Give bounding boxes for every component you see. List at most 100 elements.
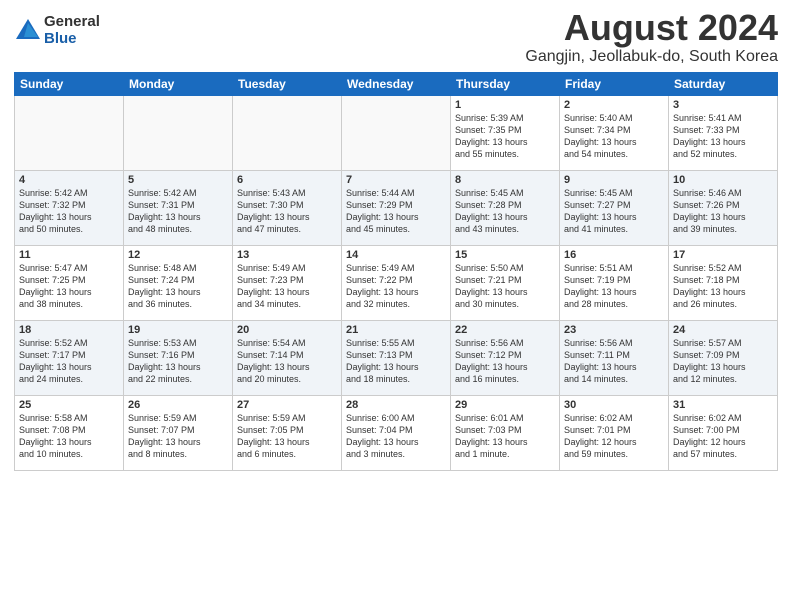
day-info: Sunrise: 5:50 AMSunset: 7:21 PMDaylight:… (455, 262, 555, 311)
day-info: Sunrise: 5:46 AMSunset: 7:26 PMDaylight:… (673, 187, 773, 236)
table-cell: 4Sunrise: 5:42 AMSunset: 7:32 PMDaylight… (15, 171, 124, 246)
table-cell: 18Sunrise: 5:52 AMSunset: 7:17 PMDayligh… (15, 321, 124, 396)
header-row: Sunday Monday Tuesday Wednesday Thursday… (15, 73, 778, 96)
day-number: 4 (19, 174, 119, 186)
table-cell: 30Sunrise: 6:02 AMSunset: 7:01 PMDayligh… (560, 396, 669, 471)
day-info: Sunrise: 5:41 AMSunset: 7:33 PMDaylight:… (673, 112, 773, 161)
col-sunday: Sunday (15, 73, 124, 96)
calendar-title: August 2024 (525, 10, 778, 46)
table-cell: 24Sunrise: 5:57 AMSunset: 7:09 PMDayligh… (669, 321, 778, 396)
day-number: 23 (564, 324, 664, 336)
table-cell: 11Sunrise: 5:47 AMSunset: 7:25 PMDayligh… (15, 246, 124, 321)
table-cell: 6Sunrise: 5:43 AMSunset: 7:30 PMDaylight… (233, 171, 342, 246)
table-cell: 10Sunrise: 5:46 AMSunset: 7:26 PMDayligh… (669, 171, 778, 246)
day-number: 15 (455, 249, 555, 261)
day-info: Sunrise: 5:48 AMSunset: 7:24 PMDaylight:… (128, 262, 228, 311)
table-cell: 25Sunrise: 5:58 AMSunset: 7:08 PMDayligh… (15, 396, 124, 471)
day-info: Sunrise: 5:58 AMSunset: 7:08 PMDaylight:… (19, 412, 119, 461)
day-info: Sunrise: 5:49 AMSunset: 7:22 PMDaylight:… (346, 262, 446, 311)
day-info: Sunrise: 6:01 AMSunset: 7:03 PMDaylight:… (455, 412, 555, 461)
table-cell: 16Sunrise: 5:51 AMSunset: 7:19 PMDayligh… (560, 246, 669, 321)
table-cell (15, 96, 124, 171)
logo-text: General Blue (44, 14, 100, 47)
day-info: Sunrise: 5:55 AMSunset: 7:13 PMDaylight:… (346, 337, 446, 386)
col-tuesday: Tuesday (233, 73, 342, 96)
table-cell: 15Sunrise: 5:50 AMSunset: 7:21 PMDayligh… (451, 246, 560, 321)
table-cell: 9Sunrise: 5:45 AMSunset: 7:27 PMDaylight… (560, 171, 669, 246)
day-info: Sunrise: 5:52 AMSunset: 7:18 PMDaylight:… (673, 262, 773, 311)
table-cell: 2Sunrise: 5:40 AMSunset: 7:34 PMDaylight… (560, 96, 669, 171)
day-number: 10 (673, 174, 773, 186)
table-cell: 27Sunrise: 5:59 AMSunset: 7:05 PMDayligh… (233, 396, 342, 471)
week-row-4: 18Sunrise: 5:52 AMSunset: 7:17 PMDayligh… (15, 321, 778, 396)
day-number: 14 (346, 249, 446, 261)
day-number: 7 (346, 174, 446, 186)
day-number: 1 (455, 99, 555, 111)
day-info: Sunrise: 5:59 AMSunset: 7:07 PMDaylight:… (128, 412, 228, 461)
week-row-5: 25Sunrise: 5:58 AMSunset: 7:08 PMDayligh… (15, 396, 778, 471)
table-cell: 21Sunrise: 5:55 AMSunset: 7:13 PMDayligh… (342, 321, 451, 396)
table-cell: 1Sunrise: 5:39 AMSunset: 7:35 PMDaylight… (451, 96, 560, 171)
table-cell: 13Sunrise: 5:49 AMSunset: 7:23 PMDayligh… (233, 246, 342, 321)
day-info: Sunrise: 5:57 AMSunset: 7:09 PMDaylight:… (673, 337, 773, 386)
table-cell: 17Sunrise: 5:52 AMSunset: 7:18 PMDayligh… (669, 246, 778, 321)
day-number: 20 (237, 324, 337, 336)
day-number: 18 (19, 324, 119, 336)
day-info: Sunrise: 5:56 AMSunset: 7:11 PMDaylight:… (564, 337, 664, 386)
table-cell: 26Sunrise: 5:59 AMSunset: 7:07 PMDayligh… (124, 396, 233, 471)
page: General Blue August 2024 Gangjin, Jeolla… (0, 0, 792, 612)
table-cell: 22Sunrise: 5:56 AMSunset: 7:12 PMDayligh… (451, 321, 560, 396)
day-info: Sunrise: 6:02 AMSunset: 7:01 PMDaylight:… (564, 412, 664, 461)
day-number: 2 (564, 99, 664, 111)
logo-blue: Blue (44, 31, 100, 48)
day-info: Sunrise: 5:45 AMSunset: 7:28 PMDaylight:… (455, 187, 555, 236)
day-number: 9 (564, 174, 664, 186)
table-cell: 12Sunrise: 5:48 AMSunset: 7:24 PMDayligh… (124, 246, 233, 321)
day-number: 8 (455, 174, 555, 186)
col-saturday: Saturday (669, 73, 778, 96)
week-row-3: 11Sunrise: 5:47 AMSunset: 7:25 PMDayligh… (15, 246, 778, 321)
day-number: 13 (237, 249, 337, 261)
day-info: Sunrise: 5:47 AMSunset: 7:25 PMDaylight:… (19, 262, 119, 311)
day-info: Sunrise: 5:42 AMSunset: 7:31 PMDaylight:… (128, 187, 228, 236)
day-number: 31 (673, 399, 773, 411)
table-cell: 23Sunrise: 5:56 AMSunset: 7:11 PMDayligh… (560, 321, 669, 396)
day-number: 16 (564, 249, 664, 261)
table-cell: 3Sunrise: 5:41 AMSunset: 7:33 PMDaylight… (669, 96, 778, 171)
day-number: 27 (237, 399, 337, 411)
calendar-table: Sunday Monday Tuesday Wednesday Thursday… (14, 72, 778, 471)
header: General Blue August 2024 Gangjin, Jeolla… (14, 10, 778, 66)
day-info: Sunrise: 5:42 AMSunset: 7:32 PMDaylight:… (19, 187, 119, 236)
table-cell: 5Sunrise: 5:42 AMSunset: 7:31 PMDaylight… (124, 171, 233, 246)
table-cell: 31Sunrise: 6:02 AMSunset: 7:00 PMDayligh… (669, 396, 778, 471)
day-number: 6 (237, 174, 337, 186)
table-cell: 8Sunrise: 5:45 AMSunset: 7:28 PMDaylight… (451, 171, 560, 246)
day-number: 25 (19, 399, 119, 411)
day-number: 29 (455, 399, 555, 411)
day-number: 24 (673, 324, 773, 336)
day-info: Sunrise: 5:59 AMSunset: 7:05 PMDaylight:… (237, 412, 337, 461)
day-info: Sunrise: 5:39 AMSunset: 7:35 PMDaylight:… (455, 112, 555, 161)
table-cell (124, 96, 233, 171)
day-number: 19 (128, 324, 228, 336)
logo-icon (14, 17, 42, 45)
day-number: 22 (455, 324, 555, 336)
col-monday: Monday (124, 73, 233, 96)
day-info: Sunrise: 5:43 AMSunset: 7:30 PMDaylight:… (237, 187, 337, 236)
logo: General Blue (14, 14, 100, 47)
day-number: 17 (673, 249, 773, 261)
table-cell: 28Sunrise: 6:00 AMSunset: 7:04 PMDayligh… (342, 396, 451, 471)
day-number: 26 (128, 399, 228, 411)
col-thursday: Thursday (451, 73, 560, 96)
week-row-2: 4Sunrise: 5:42 AMSunset: 7:32 PMDaylight… (15, 171, 778, 246)
day-info: Sunrise: 5:45 AMSunset: 7:27 PMDaylight:… (564, 187, 664, 236)
table-cell: 20Sunrise: 5:54 AMSunset: 7:14 PMDayligh… (233, 321, 342, 396)
day-info: Sunrise: 5:56 AMSunset: 7:12 PMDaylight:… (455, 337, 555, 386)
logo-general: General (44, 14, 100, 31)
table-cell: 19Sunrise: 5:53 AMSunset: 7:16 PMDayligh… (124, 321, 233, 396)
day-info: Sunrise: 5:53 AMSunset: 7:16 PMDaylight:… (128, 337, 228, 386)
day-info: Sunrise: 5:51 AMSunset: 7:19 PMDaylight:… (564, 262, 664, 311)
day-info: Sunrise: 5:52 AMSunset: 7:17 PMDaylight:… (19, 337, 119, 386)
day-info: Sunrise: 5:54 AMSunset: 7:14 PMDaylight:… (237, 337, 337, 386)
day-info: Sunrise: 6:02 AMSunset: 7:00 PMDaylight:… (673, 412, 773, 461)
